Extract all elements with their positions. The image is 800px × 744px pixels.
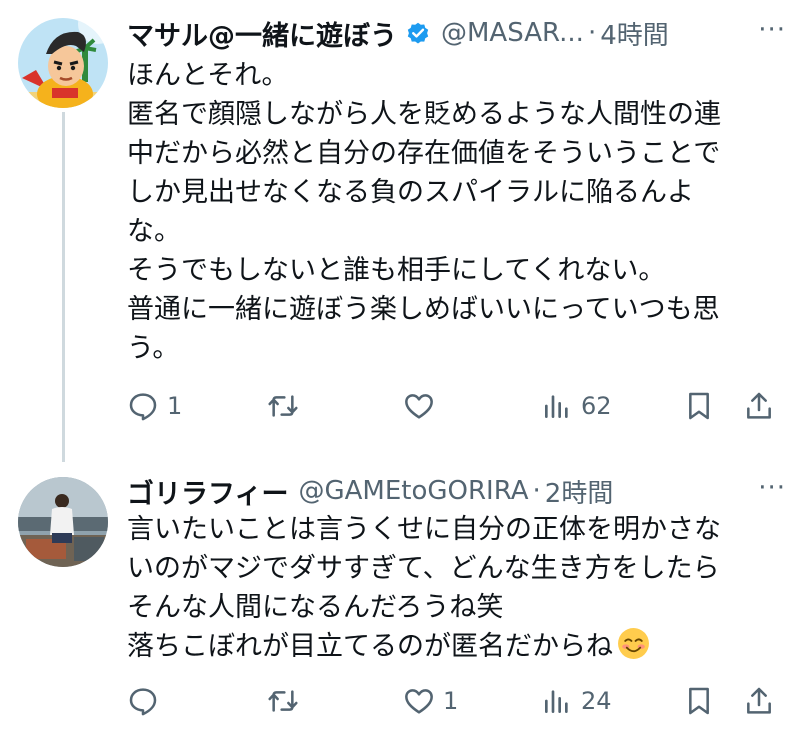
retweet-icon bbox=[268, 690, 298, 712]
reply-icon bbox=[129, 688, 157, 716]
bookmark-button[interactable] bbox=[683, 681, 715, 721]
tweet-text: 言いたいことは言うくせに自分の正体を明かさな いのがマジでダサすぎて、どんな生き… bbox=[127, 510, 787, 666]
share-icon bbox=[747, 687, 771, 714]
tweet-text-line: いのがマジでダサすぎて、どんな生き方をしたら bbox=[127, 553, 720, 584]
tweet-text-line-with-emoji: 落ちこぼれが目立てるのが匿名だからね bbox=[127, 627, 787, 666]
tweet[interactable]: ゴリラフィー @GAMEtoGORIRA · 2時間 ··· 言いたいことは言う… bbox=[0, 462, 800, 744]
views-count: 62 bbox=[581, 392, 612, 420]
share-button[interactable] bbox=[743, 681, 775, 721]
heart-icon bbox=[405, 689, 433, 714]
reply-button[interactable]: 1 bbox=[127, 386, 182, 426]
action-bar: 1 24 bbox=[127, 681, 787, 721]
retweet-button[interactable] bbox=[267, 386, 307, 426]
more-options-icon[interactable]: ··· bbox=[758, 473, 786, 503]
tweet-header: ゴリラフィー @GAMEtoGORIRA · 2時間 ··· bbox=[127, 472, 786, 511]
views-button[interactable]: 62 bbox=[541, 386, 612, 426]
tweet-text-line: ほんとそれ。 bbox=[127, 60, 289, 91]
share-icon bbox=[747, 392, 771, 419]
header-separator: · bbox=[587, 18, 597, 48]
display-name[interactable]: ゴリラフィー bbox=[127, 472, 288, 511]
smiling-face-emoji-icon bbox=[617, 627, 650, 660]
more-options-icon[interactable]: ··· bbox=[758, 15, 786, 45]
tweet-text-line: そんな人間になるんだろうね笑 bbox=[127, 592, 504, 623]
like-button[interactable]: 1 bbox=[403, 681, 458, 721]
share-button[interactable] bbox=[743, 386, 775, 426]
tweet-header: マサル@一緒に遊ぼう @MASAR... · 4時間 ··· bbox=[127, 14, 786, 53]
cartoon-character-avatar-icon bbox=[18, 18, 108, 108]
photo-avatar-icon bbox=[18, 477, 108, 567]
tweet-text-line: そうでもしないと誰も相手にしてくれない。 bbox=[127, 255, 666, 286]
tweet-text-line: 普通に一緒に遊ぼう楽しめばいいにっていつも思 bbox=[127, 294, 720, 325]
user-handle[interactable]: @MASAR... bbox=[441, 18, 584, 48]
reply-count: 1 bbox=[167, 392, 183, 420]
display-name[interactable]: マサル@一緒に遊ぼう bbox=[127, 14, 397, 53]
tweet-text-line: 中だから必然と自分の存在価値をそういうことで bbox=[127, 138, 721, 169]
verified-badge-icon bbox=[405, 20, 431, 46]
timestamp[interactable]: 4時間 bbox=[600, 15, 669, 52]
tweet-text-line: 言いたいことは言うくせに自分の正体を明かさな bbox=[127, 514, 721, 545]
reply-icon bbox=[129, 393, 157, 421]
timestamp[interactable]: 2時間 bbox=[545, 473, 614, 510]
views-button[interactable]: 24 bbox=[541, 681, 612, 721]
bookmark-button[interactable] bbox=[683, 386, 715, 426]
views-count: 24 bbox=[581, 687, 612, 715]
like-button[interactable] bbox=[403, 386, 443, 426]
retweet-button[interactable] bbox=[267, 681, 307, 721]
tweet-text-line: 落ちこぼれが目立てるのが匿名だからね bbox=[127, 631, 613, 662]
retweet-icon bbox=[268, 395, 298, 417]
heart-icon bbox=[405, 394, 433, 419]
avatar[interactable] bbox=[18, 477, 108, 567]
analytics-icon bbox=[545, 690, 568, 713]
tweet-text-line: 匿名で顔隠しながら人を貶めるような人間性の連 bbox=[127, 99, 721, 130]
user-handle[interactable]: @GAMEtoGORIRA bbox=[298, 476, 528, 506]
bookmark-icon bbox=[689, 392, 709, 420]
like-count: 1 bbox=[443, 687, 459, 715]
avatar[interactable] bbox=[18, 18, 108, 108]
reply-button[interactable] bbox=[127, 681, 167, 721]
thread-connector-line bbox=[62, 112, 65, 462]
action-bar: 1 62 bbox=[127, 386, 787, 426]
analytics-icon bbox=[545, 395, 568, 418]
bookmark-icon bbox=[689, 687, 709, 715]
tweet-text-line: しか見出せなくなる負のスパイラルに陥るんよ bbox=[127, 177, 694, 208]
tweet-text-line: な。 bbox=[127, 216, 181, 247]
tweet[interactable]: マサル@一緒に遊ぼう @MASAR... · 4時間 ··· ほんとそれ。 匿名… bbox=[0, 0, 800, 462]
header-separator: · bbox=[532, 476, 541, 506]
tweet-text-line: う。 bbox=[127, 333, 180, 364]
tweet-text: ほんとそれ。 匿名で顔隠しながら人を貶めるような人間性の連 中だから必然と自分の… bbox=[127, 56, 787, 368]
